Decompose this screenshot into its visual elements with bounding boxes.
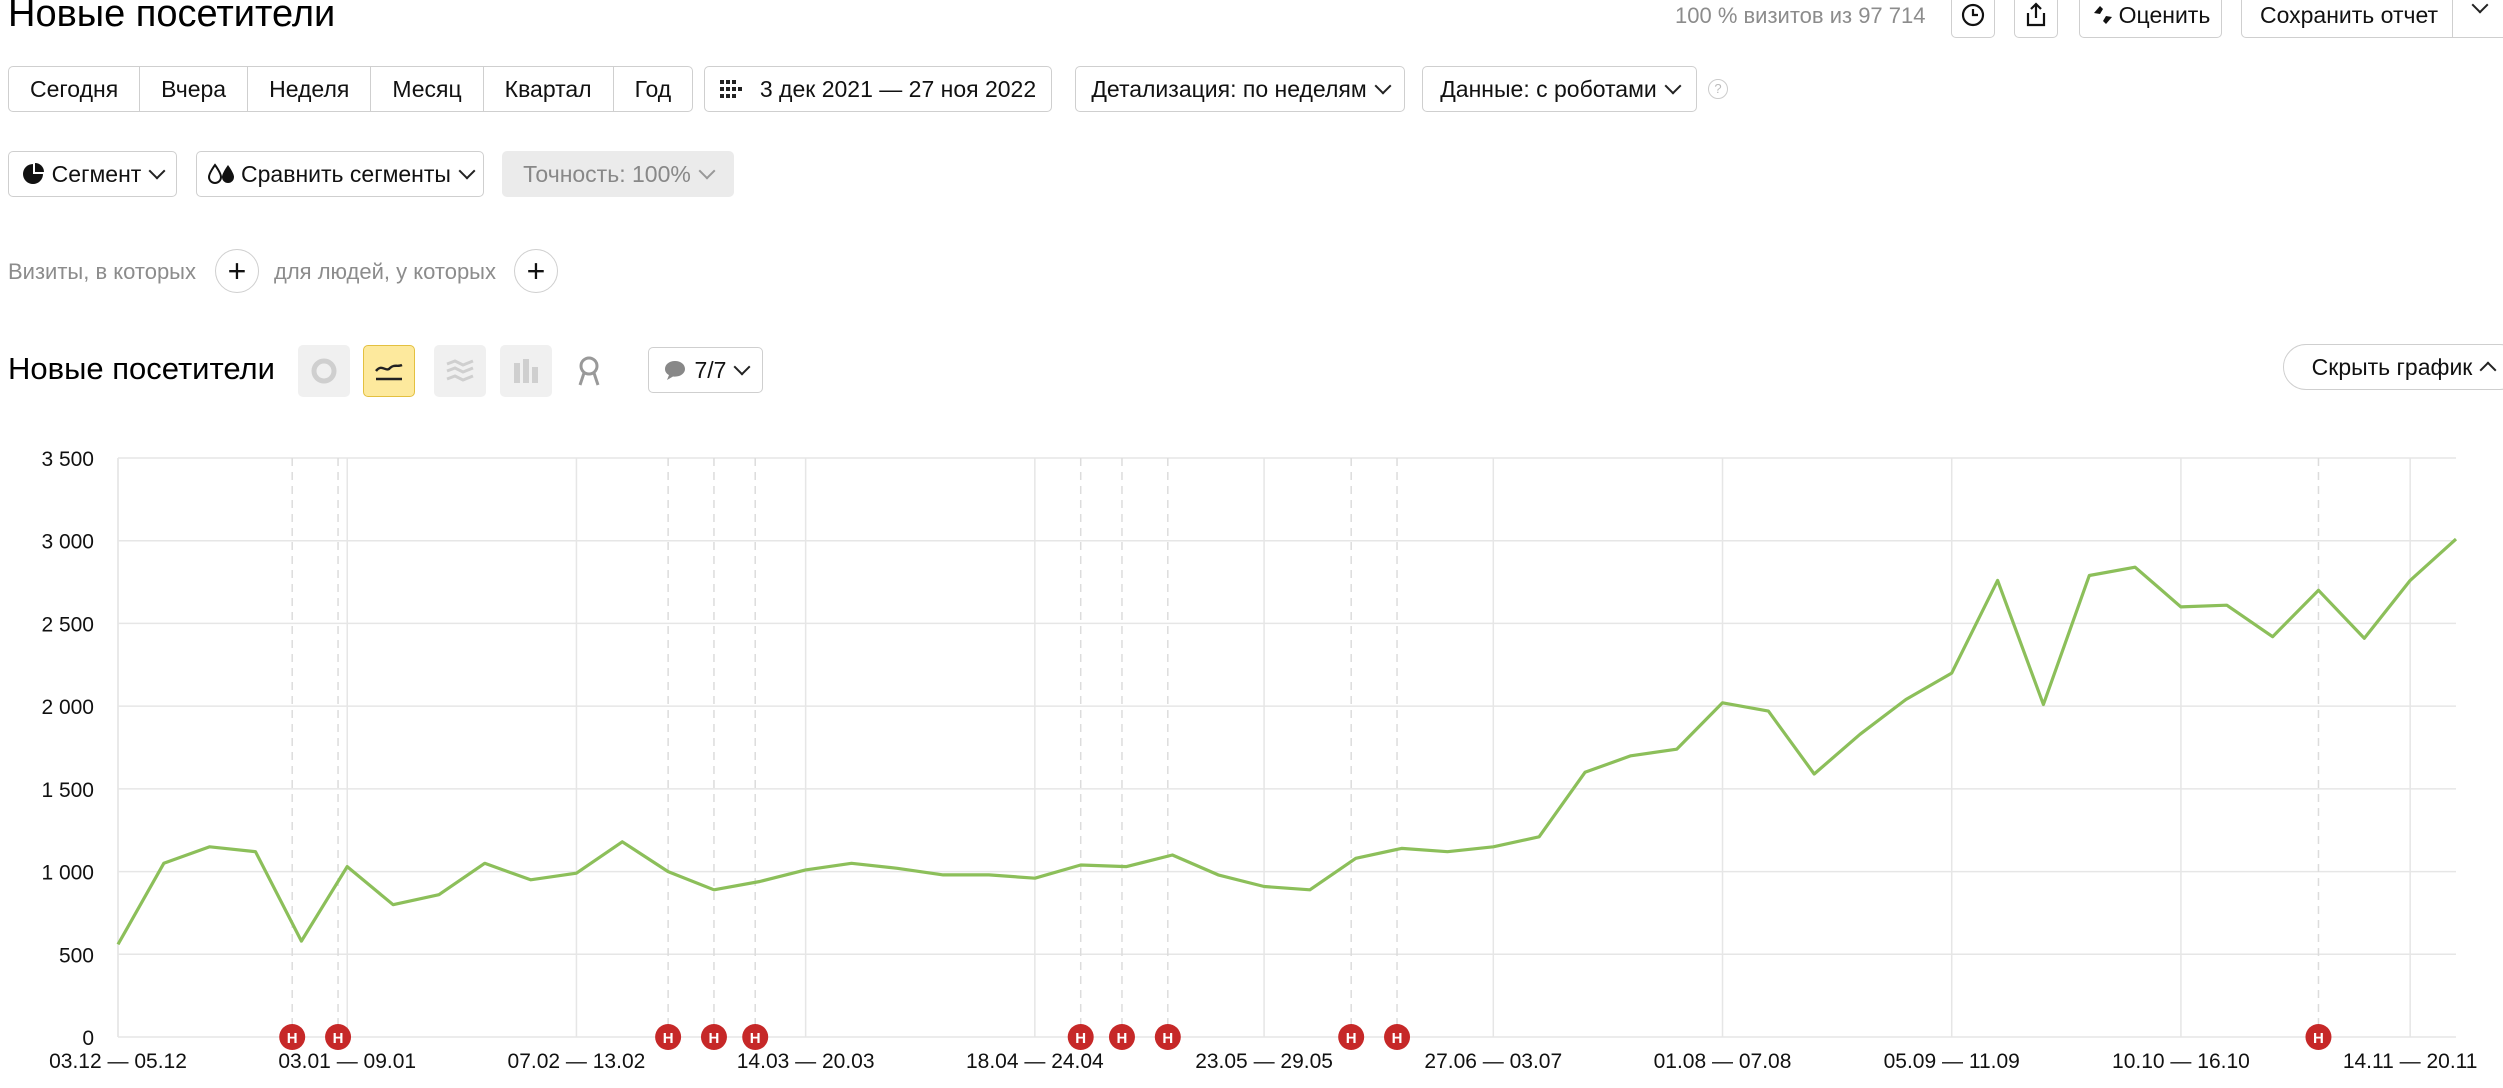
note-marker-label: Н [1392,1030,1403,1047]
y-tick-label: 3 500 [41,448,94,471]
x-tick-label: 18.04 — 24.04 [966,1050,1104,1073]
x-tick-label: 07.02 — 13.02 [508,1050,646,1073]
line-chart: 0 500 1 000 1 500 2 000 2 500 3 000 3 500 03.12 … [41,448,2478,1073]
y-tick-label: 1 500 [41,779,94,802]
note-marker-label: Н [1346,1030,1357,1047]
y-tick-label: 500 [59,944,94,967]
x-tick-label: 03.12 — 05.12 [49,1050,187,1073]
x-tick-label: 05.09 — 11.09 [1884,1050,2020,1073]
note-marker-label: Н [663,1030,674,1047]
y-tick-label: 3 000 [41,531,94,554]
y-tick-label: 2 500 [41,613,94,636]
x-tick-label: 27.06 — 03.07 [1424,1050,1562,1073]
x-tick-label: 14.11 — 20.11 [2343,1050,2478,1073]
x-tick-label: 14.03 — 20.03 [737,1050,875,1073]
x-tick-label: 03.01 — 09.01 [278,1050,416,1073]
note-marker-label: Н [2313,1030,2324,1047]
note-marker-label: Н [333,1030,344,1047]
note-marker-label: Н [750,1030,761,1047]
y-tick-label: 2 000 [41,696,94,719]
y-tick-label: 0 [82,1027,94,1050]
y-tick-label: 1 000 [41,862,94,885]
note-marker-label: Н [1162,1030,1173,1047]
x-tick-label: 01.08 — 07.08 [1654,1050,1792,1073]
series-line [116,537,2458,946]
note-marker-label: Н [1075,1030,1086,1047]
x-tick-label: 10.10 — 16.10 [2112,1050,2250,1073]
note-marker-label: Н [709,1030,720,1047]
x-tick-label: 23.05 — 29.05 [1195,1050,1333,1073]
note-marker-label: Н [287,1030,298,1047]
note-marker-label: Н [1117,1030,1128,1047]
